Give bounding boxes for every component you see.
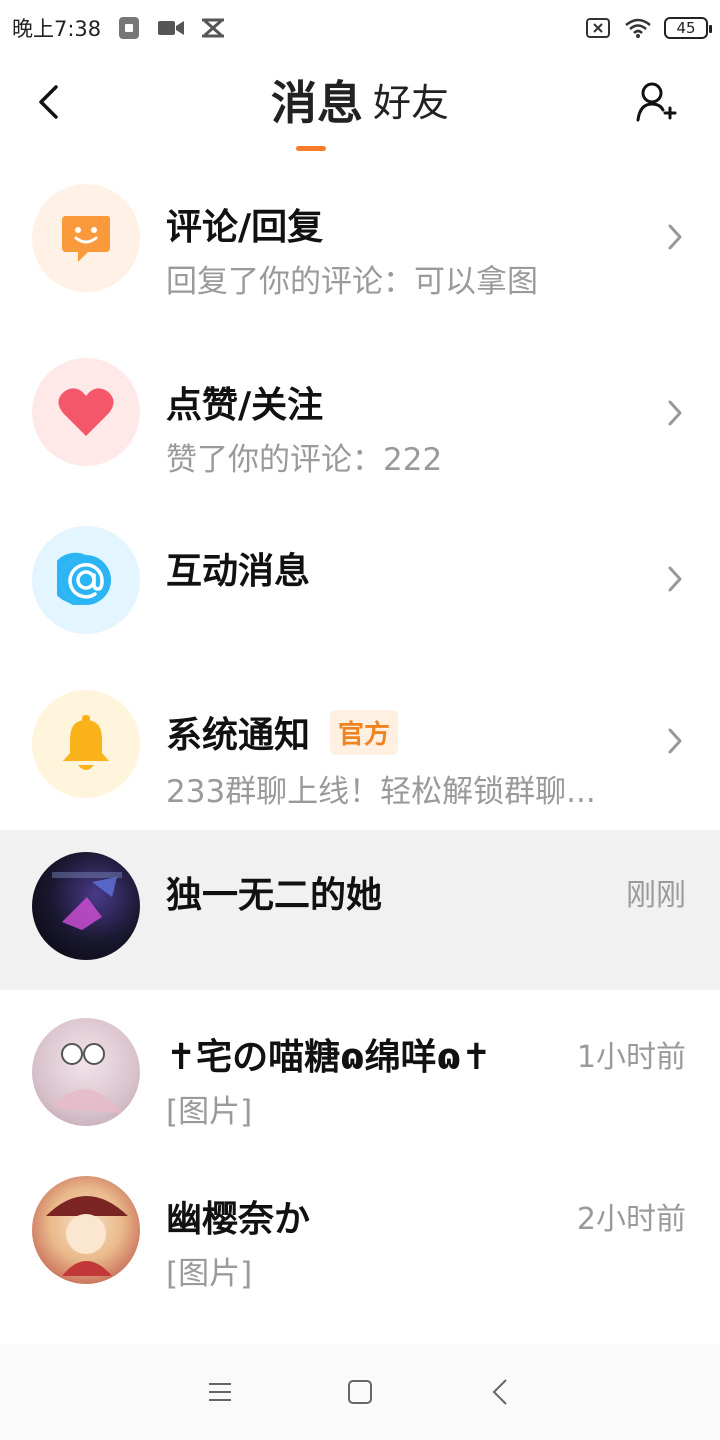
chat-name: 幽樱奈か — [166, 1199, 311, 1240]
no-sim-icon — [584, 15, 612, 41]
item-subtitle: 回复了你的评论：可以拿图 — [166, 264, 538, 300]
message-list: 评论/回复 回复了你的评论：可以拿图 点赞/关注 赞了你的评论：222 互动消息 — [0, 156, 720, 1322]
chat-preview: [图片] — [166, 1094, 253, 1130]
chevron-right-icon — [664, 564, 686, 594]
list-item-comments[interactable]: 评论/回复 回复了你的评论：可以拿图 — [0, 156, 720, 332]
avatar — [32, 852, 140, 960]
wifi-icon — [624, 15, 652, 41]
list-item-system[interactable]: 系统通知 官方 233群聊上线！轻松解锁群聊... — [0, 668, 720, 830]
interactions-avatar — [32, 526, 140, 634]
comment-avatar — [32, 184, 140, 292]
video-camera-icon — [157, 15, 185, 41]
chat-item[interactable]: 独一无二的她 刚刚 — [0, 830, 720, 990]
status-time: 晚上7:38 — [12, 17, 102, 41]
chat-time: 刚刚 — [626, 878, 686, 913]
official-badge: 官方 — [330, 710, 399, 755]
chat-time: 1小时前 — [576, 1040, 686, 1075]
sim-card-icon — [115, 15, 143, 41]
at-sign-icon — [57, 552, 111, 605]
menu-button[interactable] — [200, 1372, 240, 1412]
item-title: 互动消息 — [166, 551, 311, 592]
system-avatar — [32, 690, 140, 798]
tab-indicator — [296, 146, 326, 151]
home-button[interactable] — [340, 1372, 380, 1412]
tab-bar: 消息 好友 — [0, 74, 720, 132]
item-subtitle: 233群聊上线！轻松解锁群聊... — [166, 774, 596, 810]
list-item-interactions[interactable]: 互动消息 — [0, 502, 720, 668]
list-item-likes[interactable]: 点赞/关注 赞了你的评论：222 — [0, 332, 720, 502]
add-user-icon — [636, 82, 677, 122]
capcut-icon — [199, 15, 227, 41]
system-nav-bar — [0, 1344, 720, 1440]
item-title: 评论/回复 — [166, 207, 324, 248]
item-title-row: 系统通知 官方 — [166, 706, 399, 758]
item-title: 点赞/关注 — [166, 385, 324, 426]
chat-time: 2小时前 — [576, 1202, 686, 1237]
chat-item[interactable]: 幽樱奈か [图片] 2小时前 — [0, 1156, 720, 1322]
chat-name: ✝宅の喵糖ɷ绵咩ɷ✝ — [166, 1037, 492, 1078]
add-friend-button[interactable] — [632, 78, 680, 126]
tab-friends[interactable]: 好友 — [373, 74, 449, 132]
avatar — [32, 1176, 140, 1284]
chat-smile-icon — [62, 216, 110, 262]
header: 消息 好友 — [0, 56, 720, 156]
tab-messages[interactable]: 消息 — [271, 74, 363, 132]
heart-icon — [58, 388, 114, 436]
status-bar: 晚上7:38 45 — [0, 0, 720, 56]
chevron-right-icon — [664, 222, 686, 252]
bell-icon — [63, 715, 109, 770]
chat-preview: [图片] — [166, 1256, 253, 1292]
likes-avatar — [32, 358, 140, 466]
battery-indicator: 45 — [664, 17, 712, 39]
menu-icon — [209, 1383, 231, 1401]
chevron-right-icon — [664, 726, 686, 756]
chat-name: 独一无二的她 — [166, 875, 383, 916]
item-subtitle: 赞了你的评论：222 — [166, 442, 443, 478]
nav-back-button[interactable] — [480, 1372, 520, 1412]
avatar — [32, 1018, 140, 1126]
chat-item[interactable]: ✝宅の喵糖ɷ绵咩ɷ✝ [图片] 1小时前 — [0, 990, 720, 1156]
item-title: 系统通知 — [166, 715, 311, 756]
nav-back-icon — [492, 1379, 507, 1405]
home-square-icon — [348, 1380, 372, 1404]
chevron-right-icon — [664, 398, 686, 428]
